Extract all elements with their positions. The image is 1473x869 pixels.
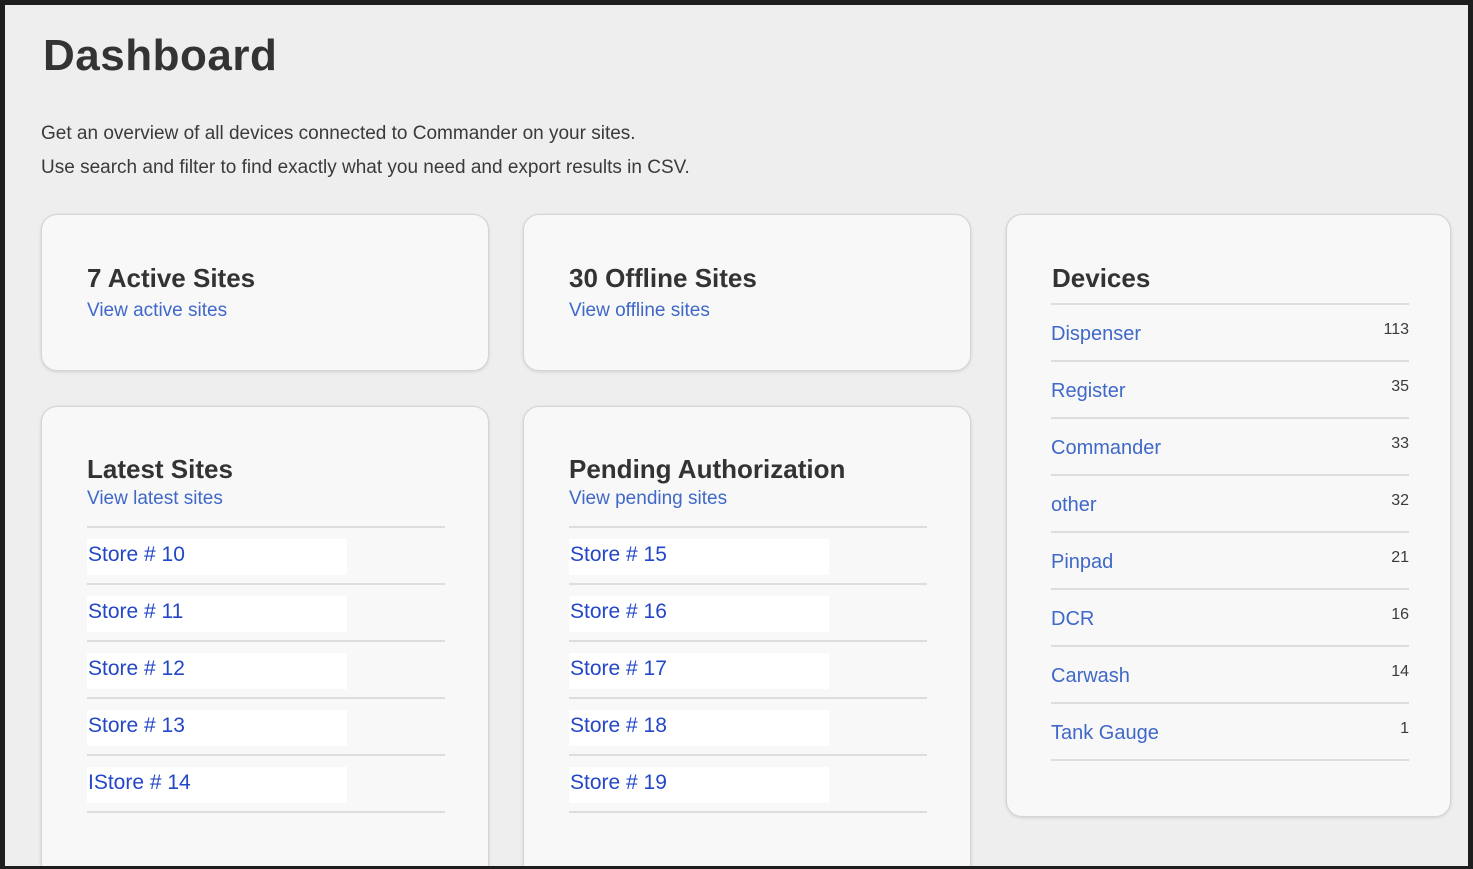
store-link[interactable]: IStore # 14 [88, 771, 191, 795]
store-link[interactable]: Store # 13 [88, 714, 185, 738]
device-link[interactable]: DCR [1051, 608, 1094, 631]
device-row: Register 35 [1051, 362, 1409, 419]
device-link[interactable]: Dispenser [1051, 323, 1141, 346]
device-link[interactable]: Tank Gauge [1051, 722, 1159, 745]
device-row: Dispenser 113 [1051, 305, 1409, 362]
list-item: Store # 17 [569, 642, 927, 699]
device-row: Carwash 14 [1051, 647, 1409, 704]
list-item: Store # 10 [87, 528, 445, 585]
devices-card: Devices Dispenser 113 Register 35 Commande… [1006, 214, 1451, 817]
device-count: 32 [1391, 492, 1409, 509]
pending-sites-list: Store # 15 Store # 16 Store # 17 Store #… [569, 526, 927, 813]
view-latest-sites-link[interactable]: View latest sites [87, 488, 223, 510]
list-item: Store # 11 [87, 585, 445, 642]
device-row: DCR 16 [1051, 590, 1409, 647]
store-link[interactable]: Store # 15 [570, 543, 667, 567]
device-link[interactable]: Register [1051, 380, 1125, 403]
device-link[interactable]: Pinpad [1051, 551, 1113, 574]
latest-sites-card: Latest Sites View latest sites Store # 1… [41, 406, 489, 866]
list-item: Store # 19 [569, 756, 927, 813]
page-title: Dashboard [43, 31, 278, 80]
list-item: IStore # 14 [87, 756, 445, 813]
list-item: Store # 13 [87, 699, 445, 756]
latest-sites-list: Store # 10 Store # 11 Store # 12 Store #… [87, 526, 445, 813]
devices-list: Dispenser 113 Register 35 Commander 33 othe… [1051, 303, 1409, 761]
list-item: Store # 16 [569, 585, 927, 642]
device-row: other 32 [1051, 476, 1409, 533]
offline-sites-title: 30 Offline Sites [569, 263, 757, 293]
device-count: 21 [1391, 549, 1409, 566]
device-link[interactable]: other [1051, 494, 1097, 517]
intro-line-2: Use search and filter to find exactly wh… [41, 157, 690, 178]
device-count: 16 [1391, 606, 1409, 623]
list-item: Store # 12 [87, 642, 445, 699]
devices-title: Devices [1052, 263, 1151, 293]
device-count: 14 [1391, 663, 1409, 680]
store-link[interactable]: Store # 17 [570, 657, 667, 681]
list-item: Store # 18 [569, 699, 927, 756]
store-link[interactable]: Store # 10 [88, 543, 185, 567]
store-link[interactable]: Store # 18 [570, 714, 667, 738]
list-item: Store # 15 [569, 528, 927, 585]
view-pending-sites-link[interactable]: View pending sites [569, 488, 727, 510]
device-link[interactable]: Commander [1051, 437, 1161, 460]
view-offline-sites-link[interactable]: View offline sites [569, 300, 710, 322]
device-row: Commander 33 [1051, 419, 1409, 476]
pending-authorization-title: Pending Authorization [569, 454, 846, 484]
device-count: 35 [1391, 378, 1409, 395]
store-link[interactable]: Store # 11 [88, 600, 183, 624]
device-count: 113 [1383, 321, 1409, 338]
device-count: 33 [1391, 435, 1409, 452]
dashboard-frame: Dashboard Get an overview of all devices… [0, 0, 1473, 869]
device-count: 1 [1400, 720, 1409, 737]
device-row: Pinpad 21 [1051, 533, 1409, 590]
offline-sites-card: 30 Offline Sites View offline sites [523, 214, 971, 371]
intro-line-1: Get an overview of all devices connected… [41, 123, 636, 144]
view-active-sites-link[interactable]: View active sites [87, 300, 227, 322]
store-link[interactable]: Store # 12 [88, 657, 185, 681]
device-link[interactable]: Carwash [1051, 665, 1130, 688]
pending-authorization-card: Pending Authorization View pending sites… [523, 406, 971, 866]
active-sites-card: 7 Active Sites View active sites [41, 214, 489, 371]
page-intro: Get an overview of all devices connected… [41, 117, 690, 185]
latest-sites-title: Latest Sites [87, 454, 233, 484]
store-link[interactable]: Store # 16 [570, 600, 667, 624]
store-link[interactable]: Store # 19 [570, 771, 667, 795]
active-sites-title: 7 Active Sites [87, 263, 256, 293]
device-row: Tank Gauge 1 [1051, 704, 1409, 761]
